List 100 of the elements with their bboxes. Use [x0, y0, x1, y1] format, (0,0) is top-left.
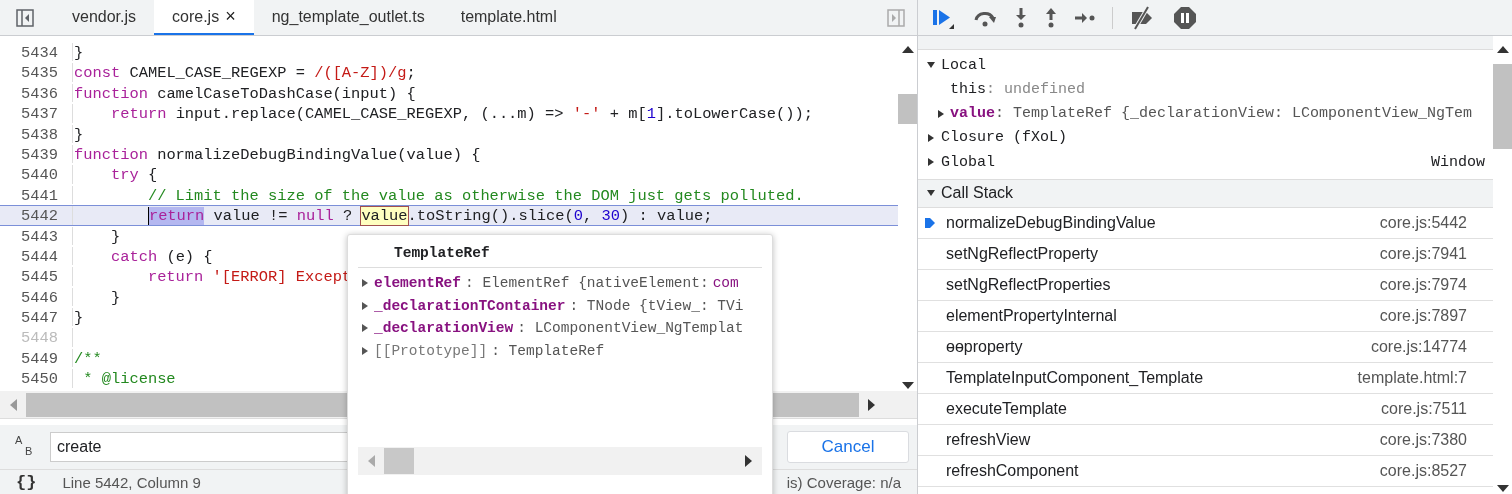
line-number: 5439: [0, 144, 73, 164]
call-frame[interactable]: setNgReflectProperty core.js:7941: [918, 238, 1493, 270]
triangle-icon[interactable]: [360, 278, 370, 289]
code-text: value !=: [213, 207, 289, 226]
triangle-icon[interactable]: [360, 323, 370, 334]
step-icon[interactable]: [1074, 10, 1096, 25]
call-frame[interactable]: setNgReflectProperties core.js:7974: [918, 269, 1493, 301]
replace-toggle[interactable]: A B: [12, 432, 40, 462]
object-property[interactable]: _declarationTContainer : TNode {tView_: TVi: [360, 294, 772, 317]
scope-variable[interactable]: value: TemplateRef {_declarationView: LComponentView_NgTem: [918, 101, 1493, 126]
triangle-icon[interactable]: [926, 157, 936, 168]
line-number: 5447: [0, 308, 73, 327]
scope-item[interactable]: Local: [918, 53, 1493, 78]
file-tab[interactable]: template.html: [442, 0, 575, 35]
line-number: 5446: [0, 287, 73, 307]
scroll-up-arrow-icon[interactable]: [900, 44, 915, 54]
code-text: camelCaseToDashCase(input) {: [157, 84, 416, 103]
keyword: function: [74, 84, 148, 103]
selected-keyword: return: [147, 207, 205, 226]
hovered-identifier: value: [361, 207, 408, 226]
code-comment: * @license: [83, 370, 176, 389]
keyword: return: [110, 105, 167, 124]
toggle-navigator-icon[interactable]: [16, 8, 34, 27]
step-out-icon[interactable]: [1044, 6, 1058, 29]
string-literal: /([A-Z])/g: [314, 64, 407, 83]
line-number: 5445: [0, 267, 73, 286]
scroll-down-arrow-icon[interactable]: [1495, 484, 1510, 494]
current-frame-arrow-icon: [924, 215, 936, 230]
scroll-up-arrow-icon[interactable]: [1495, 44, 1510, 54]
string-literal: '[ERROR] Except: [212, 268, 352, 287]
triangle-icon[interactable]: [926, 132, 936, 143]
scope-label: Local: [941, 56, 986, 74]
keyword: try: [110, 166, 139, 185]
scope-variable[interactable]: this: undefined: [918, 77, 1493, 102]
line-number: 5434: [0, 43, 73, 62]
call-frame[interactable]: elementPropertyInternal core.js:7897: [918, 300, 1493, 332]
triangle-icon[interactable]: [936, 108, 946, 119]
code-text: }: [74, 44, 84, 62]
call-frame[interactable]: executeTemplate core.js:7511: [918, 393, 1493, 425]
code-comment: // Limit the size of the value as otherwise the DOM just gets polluted.: [147, 186, 804, 205]
file-tab[interactable]: vendor.js: [54, 0, 155, 35]
line-number: 5449: [0, 348, 73, 368]
keyword: return: [147, 268, 204, 287]
scope-label: Global: [941, 153, 995, 171]
code-comment: /**: [74, 349, 102, 368]
file-tab[interactable]: core.js ×: [154, 0, 254, 35]
file-tab[interactable]: ng_template_outlet.ts: [253, 0, 443, 35]
object-property[interactable]: [[Prototype]] : TemplateRef: [360, 339, 772, 362]
object-property[interactable]: _declarationView : LComponentView_NgTemplat: [360, 317, 772, 340]
line-number: 5440: [0, 165, 73, 184]
code-text: CAMEL_CASE_REGEXP =: [129, 64, 306, 83]
scroll-thumb[interactable]: [1493, 64, 1512, 149]
scroll-right-arrow-icon[interactable]: [744, 454, 754, 468]
code-text: ].toLowerCase());: [655, 105, 813, 124]
code-text: + m[: [609, 105, 647, 124]
scope-label: Closure (fXoL): [941, 129, 1068, 147]
call-stack-header[interactable]: Call Stack: [918, 179, 1493, 208]
scroll-thumb[interactable]: [898, 94, 917, 124]
code-text: }: [110, 288, 121, 307]
line-number: 5444: [0, 246, 73, 266]
scroll-thumb[interactable]: [384, 448, 414, 474]
call-frame[interactable]: refreshView core.js:7380: [918, 424, 1493, 456]
scroll-down-arrow-icon[interactable]: [900, 381, 915, 391]
call-frame[interactable]: TemplateInputComponent_Template template.html:7: [918, 362, 1493, 394]
popover-title: TemplateRef: [358, 235, 762, 268]
line-number: 5442: [0, 206, 73, 225]
code-text: }: [74, 309, 84, 328]
code-text: (e) {: [166, 247, 213, 266]
string-literal: '-': [572, 105, 601, 124]
number-literal: 30: [601, 207, 621, 226]
line-number: 5441: [0, 185, 73, 205]
line-number: 5450: [0, 369, 73, 388]
triangle-icon[interactable]: [360, 300, 370, 311]
line-number: 5435: [0, 63, 73, 82]
call-frame[interactable]: normalizeDebugBindingValue core.js:5442: [918, 207, 1493, 239]
call-frame[interactable]: ɵɵproperty core.js:14774: [918, 331, 1493, 363]
horizontal-scrollbar[interactable]: [358, 447, 762, 475]
line-number: 5448: [0, 328, 73, 347]
step-into-icon[interactable]: [1014, 6, 1028, 29]
close-icon[interactable]: ×: [225, 6, 236, 27]
keyword: catch: [110, 247, 158, 266]
line-number: 5437: [0, 104, 73, 123]
triangle-icon[interactable]: [360, 345, 370, 356]
line-number: 5438: [0, 124, 73, 143]
keyword: const: [74, 64, 121, 83]
code-text: input.replace(CAMEL_CASE_REGEXP, (...m) =>: [175, 105, 565, 124]
toggle-debugger-icon[interactable]: [887, 8, 905, 27]
scroll-right-arrow-icon[interactable]: [867, 397, 877, 412]
keyword: null: [296, 207, 334, 226]
line-number: 5443: [0, 226, 73, 245]
object-property[interactable]: elementRef : ElementRef {nativeElement: com: [360, 272, 772, 295]
call-frame[interactable]: refreshComponent core.js:8527: [918, 455, 1493, 487]
scope-item[interactable]: Closure (fXoL): [918, 125, 1493, 150]
pretty-print-button[interactable]: {}: [16, 472, 37, 492]
scope-item[interactable]: Global Window: [918, 150, 1493, 175]
code-text: ) : value;: [620, 207, 713, 226]
pause-on-exceptions-icon[interactable]: [1173, 5, 1197, 30]
triangle-icon[interactable]: [926, 188, 936, 198]
cancel-button[interactable]: Cancel: [787, 431, 909, 463]
code-text: ?: [342, 207, 354, 226]
